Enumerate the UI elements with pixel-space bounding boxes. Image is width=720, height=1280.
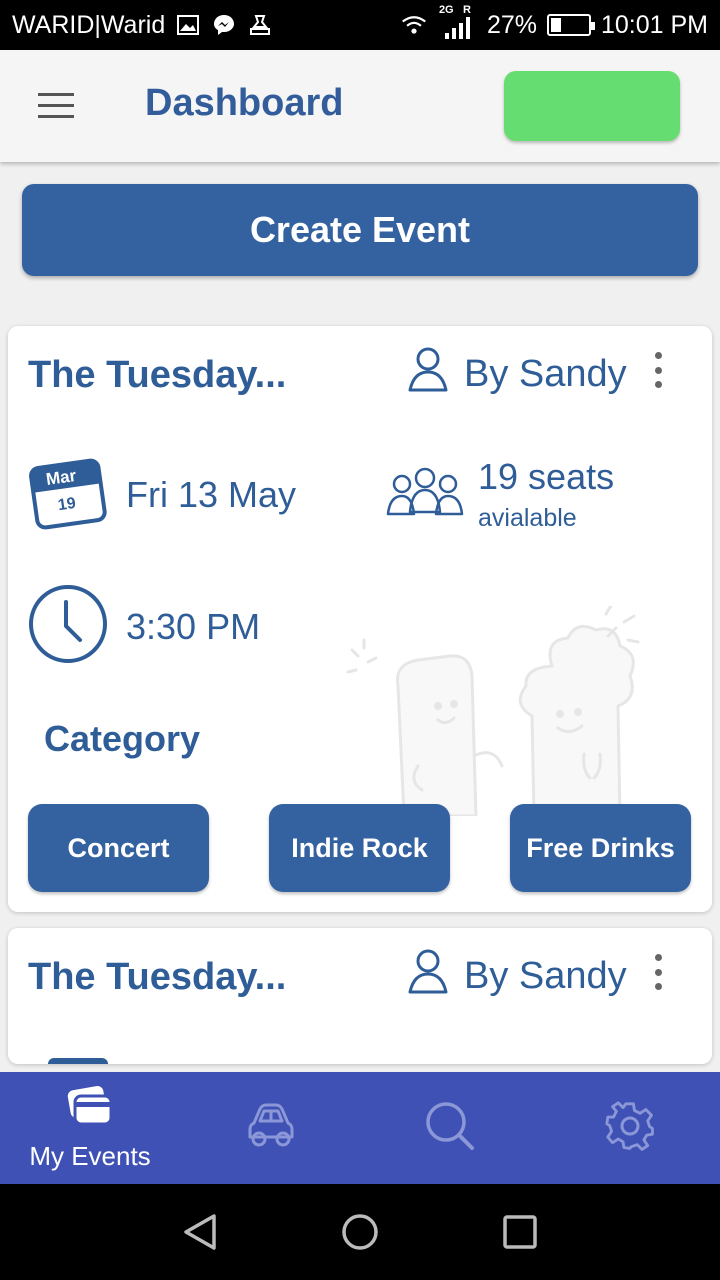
battery-level [550, 18, 561, 32]
tickets-icon [65, 1084, 115, 1135]
recents-icon[interactable] [498, 1210, 542, 1254]
status-bar: WARID|Warid 2G R 27% 10:01 PM [0, 0, 720, 50]
car-icon [244, 1101, 296, 1156]
page-title: Dashboard [145, 82, 344, 124]
category-chip-free-drinks[interactable]: Free Drinks [510, 804, 691, 892]
category-heading: Category [44, 718, 201, 759]
network-type: 2G [438, 4, 454, 16]
settings-gear-icon [604, 1100, 656, 1157]
nav-settings[interactable] [540, 1072, 720, 1184]
event-time-row: 3:30 PM [28, 584, 260, 669]
event-title: The Tuesday... [28, 354, 287, 396]
carrier-name: WARID|Warid [12, 10, 166, 39]
nav-label: My Events [29, 1141, 151, 1171]
signal-icon: 2G R [437, 4, 477, 39]
home-icon[interactable] [338, 1210, 382, 1254]
event-organizer: By Sandy [406, 948, 627, 1004]
back-icon[interactable] [178, 1210, 222, 1254]
calendar-icon: Mar 19 [28, 458, 108, 532]
seats-count: 19 seats [478, 456, 615, 497]
battery-icon [546, 14, 595, 36]
event-seats: 19 seats avialable [384, 456, 614, 533]
app-bar: Dashboard [0, 50, 720, 162]
category-chip-indie-rock[interactable]: Indie Rock [269, 804, 450, 892]
clock-icon [28, 584, 108, 669]
event-date-row: Mar 19 Fri 13 May [28, 458, 296, 532]
group-icon [384, 456, 466, 529]
system-navigation-bar [0, 1184, 720, 1280]
event-card[interactable]: The Tuesday... By Sandy Mar 19 Fri 13 Ma… [8, 326, 712, 912]
person-icon [406, 346, 450, 402]
gallery-icon [175, 12, 201, 38]
person-icon [406, 948, 450, 1004]
clock: 10:01 PM [600, 10, 708, 39]
header-action-button[interactable] [504, 71, 680, 141]
event-card[interactable]: The Tuesday... By Sandy [8, 928, 712, 1064]
bottom-navigation: My Events [0, 1072, 720, 1184]
more-options-icon[interactable] [648, 954, 668, 990]
messenger-icon [211, 12, 237, 38]
event-organizer: By Sandy [406, 346, 627, 402]
seats-label: avialable [478, 504, 577, 532]
notification-icon [247, 12, 273, 38]
create-event-button[interactable]: Create Event [22, 184, 698, 276]
event-title: The Tuesday... [28, 956, 287, 998]
organizer-name: By Sandy [464, 352, 627, 395]
organizer-name: By Sandy [464, 954, 627, 997]
search-icon [424, 1100, 476, 1157]
nav-rides[interactable] [180, 1072, 360, 1184]
battery-percentage: 27% [486, 10, 537, 39]
calendar-month: Mar [44, 465, 78, 490]
event-date: Fri 13 May [126, 474, 297, 515]
calendar-day: 19 [56, 494, 77, 515]
calendar-icon [48, 1058, 108, 1064]
hamburger-icon[interactable] [34, 90, 78, 122]
nav-search[interactable] [360, 1072, 540, 1184]
wifi-icon [401, 12, 427, 38]
category-chip-concert[interactable]: Concert [28, 804, 209, 892]
more-options-icon[interactable] [648, 352, 668, 388]
roaming-indicator: R [462, 4, 471, 16]
mascot-illustration [346, 606, 640, 816]
event-time: 3:30 PM [126, 605, 261, 647]
nav-my-events[interactable]: My Events [0, 1072, 180, 1184]
